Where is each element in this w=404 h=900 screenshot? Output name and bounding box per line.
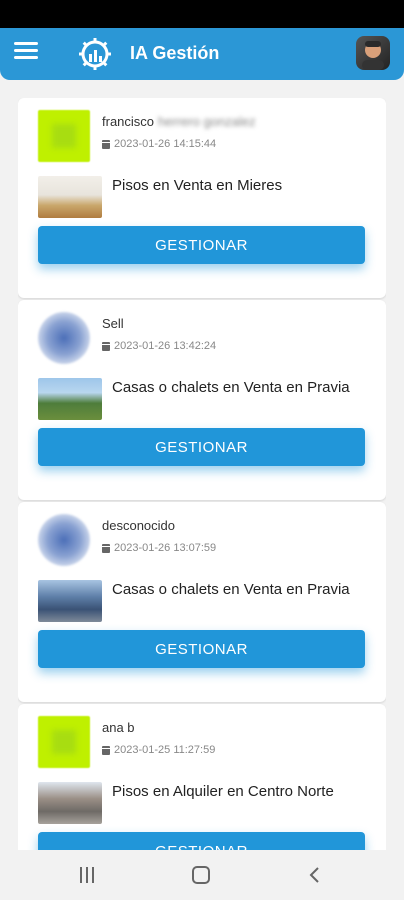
lead-avatar — [38, 110, 90, 162]
leads-feed: francisco herrero gonzalez 2023-01-26 14:… — [18, 98, 386, 850]
lead-avatar — [38, 312, 90, 364]
app-bar: IA Gestión — [0, 28, 404, 80]
home-icon[interactable] — [192, 866, 210, 884]
property-thumbnail — [38, 782, 102, 824]
gestionar-button[interactable]: GESTIONAR — [38, 630, 365, 668]
lead-name: francisco herrero gonzalez — [102, 114, 256, 129]
property-title: Pisos en Venta en Mieres — [112, 177, 283, 194]
back-icon[interactable] — [306, 866, 324, 884]
status-bar — [0, 0, 404, 28]
lead-card: desconocido 2023-01-26 13:07:59 Casas o … — [18, 502, 386, 702]
property-thumbnail — [38, 580, 102, 622]
lead-date: 2023-01-26 14:15:44 — [102, 138, 216, 150]
gestionar-button[interactable]: GESTIONAR — [38, 832, 365, 850]
lead-name-blurred: herrero gonzalez — [158, 114, 256, 129]
lead-date: 2023-01-26 13:07:59 — [102, 542, 216, 554]
logo-gear-icon — [79, 38, 111, 70]
gestionar-button[interactable]: GESTIONAR — [38, 226, 365, 264]
lead-date: 2023-01-25 11:27:59 — [102, 744, 215, 756]
calendar-icon — [102, 745, 110, 755]
user-avatar[interactable] — [356, 36, 390, 70]
property-thumbnail — [38, 176, 102, 218]
property-thumbnail — [38, 378, 102, 420]
calendar-icon — [102, 139, 110, 149]
calendar-icon — [102, 543, 110, 553]
app-title: IA Gestión — [130, 43, 220, 63]
recent-apps-icon[interactable] — [80, 867, 96, 883]
lead-name: desconocido — [102, 518, 175, 533]
lead-card: Sell 2023-01-26 13:42:24 Casas o chalets… — [18, 300, 386, 500]
lead-card: francisco herrero gonzalez 2023-01-26 14:… — [18, 98, 386, 298]
lead-date: 2023-01-26 13:42:24 — [102, 340, 216, 352]
gestionar-button[interactable]: GESTIONAR — [38, 428, 365, 466]
system-nav-bar — [0, 850, 404, 900]
lead-name: Sell — [102, 316, 124, 331]
lead-card: ana b 2023-01-25 11:27:59 Pisos en Alqui… — [18, 704, 386, 850]
property-title: Casas o chalets en Venta en Pravia — [112, 379, 350, 396]
calendar-icon — [102, 341, 110, 351]
property-title: Casas o chalets en Venta en Pravia — [112, 581, 350, 598]
lead-avatar — [38, 514, 90, 566]
lead-avatar — [38, 716, 90, 768]
menu-icon[interactable] — [14, 42, 38, 62]
lead-name: ana b — [102, 720, 135, 735]
property-title: Pisos en Alquiler en Centro Norte — [112, 783, 334, 800]
